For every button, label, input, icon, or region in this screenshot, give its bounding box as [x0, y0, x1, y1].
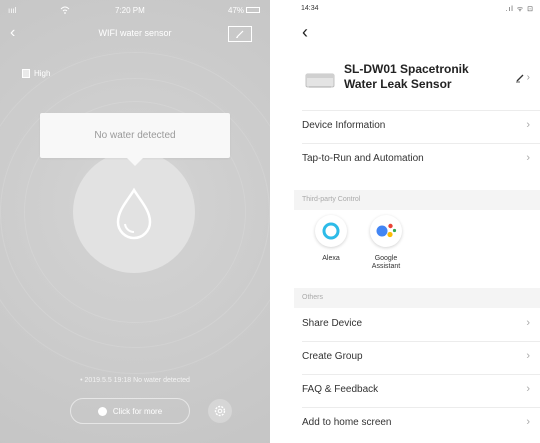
device-name-line1: SL-DW01 Spacetronik: [344, 62, 469, 76]
menu-label: Share Device: [302, 318, 363, 329]
status-time: 14:34: [301, 5, 319, 12]
section-third-party: Third-party Control: [294, 190, 540, 210]
google-assistant-button[interactable]: Google Assistant: [356, 215, 416, 271]
pencil-icon: [515, 74, 524, 82]
signal-indicator: ıııl: [8, 6, 17, 15]
alexa-icon: [315, 215, 347, 247]
google-label-line1: Google: [374, 255, 398, 262]
last-event: • 2019.5.5 19:18 No water detected: [80, 377, 190, 384]
water-sensor-screen: ıııl 7:20 PM 47% ‹ WIFI water sensor Hig…: [0, 0, 270, 443]
menu-label: Add to home screen: [302, 417, 392, 428]
menu-share-device[interactable]: Share Device ›: [294, 309, 540, 341]
menu-label: Tap-to-Run and Automation: [302, 153, 424, 164]
alexa-button[interactable]: Alexa: [301, 215, 361, 263]
status-time: 7:20 PM: [115, 6, 145, 15]
status-icons: .ıl ᯤ ⊡: [505, 6, 534, 13]
chevron-right-icon: ›: [526, 350, 530, 362]
pencil-icon: [236, 30, 244, 38]
status-message: No water detected: [94, 130, 176, 141]
back-button[interactable]: ‹: [302, 22, 308, 42]
section-others: Others: [294, 288, 540, 308]
status-bar: 14:34 .ıl ᯤ ⊡: [294, 0, 540, 20]
edit-button[interactable]: [228, 26, 252, 42]
menu-label: Create Group: [302, 351, 363, 362]
menu-add-to-home-screen[interactable]: Add to home screen ›: [294, 408, 540, 440]
menu-label: FAQ & Feedback: [302, 384, 379, 395]
device-name: SL-DW01 Spacetronik Water Leak Sensor: [344, 62, 494, 92]
chevron-right-icon: ›: [526, 119, 530, 131]
google-assistant-label: Google Assistant: [356, 255, 416, 271]
chevron-right-icon: ›: [526, 416, 530, 428]
battery-percent: 47%: [228, 6, 245, 15]
title-bar: ‹ WIFI water sensor: [0, 22, 270, 48]
battery-icon: [246, 7, 260, 13]
google-assistant-icon: [370, 215, 402, 247]
google-label-line2: Assistant: [371, 263, 401, 270]
rename-device-button[interactable]: ›: [515, 72, 530, 83]
water-drop-icon: [116, 187, 152, 240]
section-header: Third-party Control: [302, 196, 361, 203]
gear-icon: [214, 405, 226, 417]
chevron-right-icon: ›: [526, 383, 530, 395]
alexa-label: Alexa: [322, 255, 340, 262]
status-bubble: No water detected: [40, 113, 230, 158]
menu-label: Device Information: [302, 120, 386, 131]
menu-tap-to-run[interactable]: Tap-to-Run and Automation ›: [294, 144, 540, 176]
menu-create-group[interactable]: Create Group ›: [294, 342, 540, 374]
status-bar: ıııl 7:20 PM 47%: [0, 0, 270, 22]
menu-device-information[interactable]: Device Information ›: [294, 111, 540, 143]
bubble-pointer: [127, 158, 143, 166]
chevron-right-icon: ›: [526, 72, 530, 83]
settings-button[interactable]: [208, 399, 232, 423]
click-for-more-label: Click for more: [112, 406, 163, 416]
device-settings-screen: 14:34 .ıl ᯤ ⊡ ‹ SL-DW01 Spacetronik Wate…: [294, 0, 540, 443]
device-name-line2: Water Leak Sensor: [344, 77, 452, 91]
device-thumbnail: [305, 73, 335, 88]
battery-level: High: [22, 69, 50, 78]
wifi-icon: [60, 6, 70, 16]
menu-faq-feedback[interactable]: FAQ & Feedback ›: [294, 375, 540, 407]
section-header: Others: [302, 294, 324, 301]
chevron-right-icon: ›: [526, 317, 530, 329]
dot-icon: [97, 406, 107, 416]
battery-level-icon: [22, 69, 30, 78]
chevron-right-icon: ›: [526, 152, 530, 164]
click-for-more-button[interactable]: Click for more: [70, 398, 190, 424]
